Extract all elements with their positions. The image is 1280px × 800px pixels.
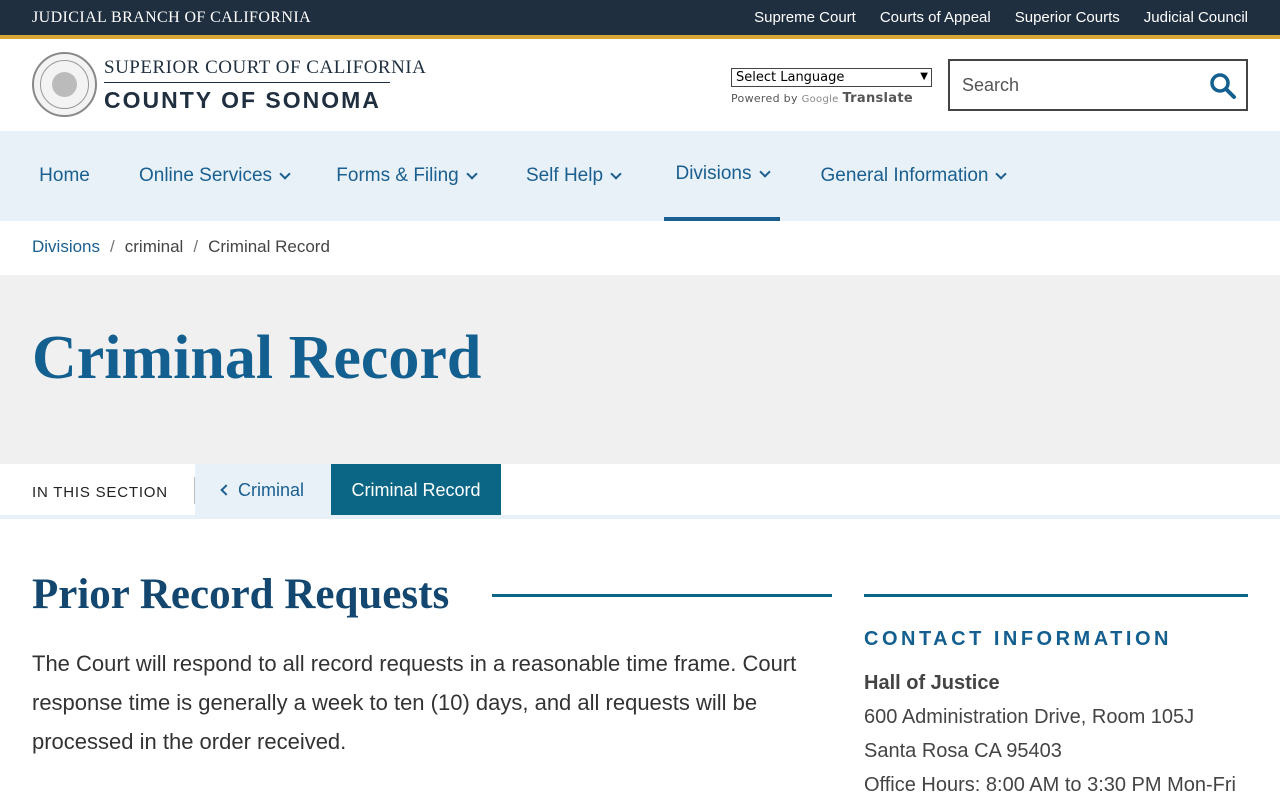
nav-forms-filing[interactable]: Forms & Filing	[330, 131, 482, 221]
breadcrumb-separator: /	[193, 237, 199, 256]
nav-online-services-label: Online Services	[138, 165, 273, 186]
court-name-line2[interactable]: COUNTY OF SONOMA	[104, 87, 381, 114]
breadcrumb-current: Criminal Record	[208, 237, 330, 256]
main-navigation: Home Online Services Forms & Filing Self…	[0, 131, 1280, 221]
breadcrumb-separator: /	[110, 237, 115, 256]
supreme-court-link[interactable]: Supreme Court	[754, 9, 856, 26]
chevron-down-icon	[466, 167, 478, 180]
seal-emblem	[52, 72, 77, 97]
translate-link[interactable]: Translate	[842, 91, 913, 106]
google-logo-text: Google	[801, 94, 839, 105]
language-select-value: Select Language	[736, 70, 845, 85]
in-this-section-bar: IN THIS SECTION Criminal Criminal Record	[0, 464, 1280, 516]
nav-forms-filing-label: Forms & Filing	[336, 165, 459, 186]
search-box	[948, 59, 1248, 111]
chevron-left-icon	[220, 484, 232, 496]
in-this-section-label: IN THIS SECTION	[32, 484, 168, 501]
section-current-label: Criminal Record	[351, 479, 481, 500]
court-seal-logo[interactable]	[32, 52, 97, 117]
page-title-band: Criminal Record	[0, 275, 1280, 464]
section-heading: Prior Record Requests	[32, 571, 450, 618]
contact-office-hours: Office Hours: 8:00 AM to 3:30 PM Mon-Fri	[864, 774, 1236, 796]
breadcrumb-divisions[interactable]: Divisions	[32, 237, 100, 257]
language-select[interactable]: Select Language ▼	[731, 68, 932, 87]
nav-self-help[interactable]: Self Help	[518, 131, 628, 221]
search-icon[interactable]	[1208, 71, 1238, 101]
search-input[interactable]	[962, 61, 1202, 109]
section-bar-underline	[0, 515, 1280, 519]
judicial-links: Supreme Court Courts of Appeal Superior …	[754, 9, 1248, 26]
record-requests-paragraph: The Court will respond to all record req…	[32, 651, 797, 754]
nav-home-label: Home	[39, 165, 90, 186]
contact-heading: CONTACT INFORMATION	[864, 628, 1172, 650]
nav-self-help-label: Self Help	[525, 165, 604, 186]
contact-location-name: Hall of Justice	[864, 672, 1000, 694]
section-current-criminal-record[interactable]: Criminal Record	[331, 464, 501, 516]
chevron-down-icon	[995, 167, 1008, 180]
nav-divisions-label: Divisions	[675, 163, 752, 184]
nav-divisions[interactable]: Divisions	[664, 131, 780, 221]
heading-rule	[492, 594, 832, 597]
section-back-label: Criminal	[237, 479, 304, 500]
nav-home[interactable]: Home	[32, 131, 97, 221]
powered-by-text: Powered by	[731, 92, 798, 105]
contact-address-line2: Santa Rosa CA 95403	[864, 740, 1062, 762]
judicial-council-link[interactable]: Judicial Council	[1144, 9, 1248, 26]
breadcrumb-criminal[interactable]: criminal	[125, 237, 184, 257]
google-translate-credit: Powered by Google Translate	[731, 91, 913, 106]
contact-address-line1: 600 Administration Drive, Room 105J	[864, 706, 1195, 728]
chevron-down-icon	[610, 167, 622, 180]
site-header: SUPERIOR COURT OF CALIFORNIA COUNTY OF S…	[0, 39, 1280, 131]
court-name-divider	[104, 82, 390, 83]
contact-rule	[864, 594, 1248, 597]
chevron-down-icon	[758, 165, 771, 178]
breadcrumb: Divisions / criminal / Criminal Record	[32, 237, 330, 257]
section-back-criminal[interactable]: Criminal	[195, 464, 331, 516]
nav-online-services[interactable]: Online Services	[132, 131, 296, 221]
superior-courts-link[interactable]: Superior Courts	[1015, 9, 1120, 26]
nav-general-information-label: General Information	[820, 165, 989, 186]
nav-general-information[interactable]: General Information	[812, 131, 1014, 221]
select-arrow-icon: ▼	[920, 71, 928, 82]
courts-of-appeal-link[interactable]: Courts of Appeal	[880, 9, 991, 26]
page-title: Criminal Record	[32, 324, 482, 392]
chevron-down-icon	[279, 167, 291, 180]
judicial-branch-title: JUDICIAL BRANCH OF CALIFORNIA	[32, 9, 312, 26]
judicial-branch-bar: JUDICIAL BRANCH OF CALIFORNIA Supreme Co…	[0, 0, 1280, 36]
court-name-line1[interactable]: SUPERIOR COURT OF CALIFORNIA	[104, 57, 426, 79]
